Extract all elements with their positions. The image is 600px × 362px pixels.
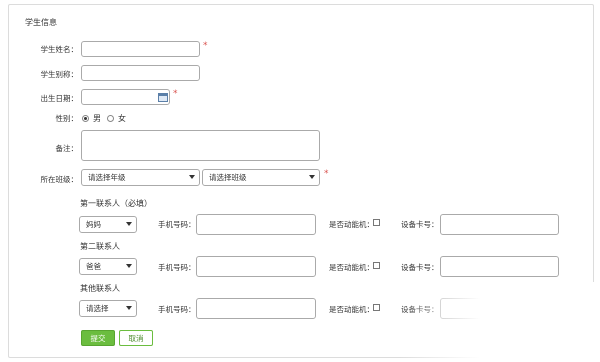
note-textarea[interactable] [81,130,320,161]
grade-select[interactable]: 请选择年级 [81,169,200,186]
name-required-mark: * [203,41,208,51]
fade-overlay [400,282,600,362]
other-contact-mobile-label: 是否动能机： [329,305,374,314]
submit-button[interactable]: 提交 [81,330,115,346]
second-contact-phone-input[interactable] [196,256,316,277]
other-contact-relation-value: 请选择 [86,304,109,313]
second-contact-mobile-label: 是否动能机： [329,263,374,272]
grade-select-value: 请选择年级 [88,173,126,182]
first-contact-title: 第一联系人（必填） [80,199,152,208]
chevron-down-icon [309,175,315,179]
nickname-input[interactable] [81,65,200,81]
second-contact-relation-value: 爸爸 [86,262,101,271]
second-contact-phone-label: 手机号码： [158,263,196,272]
second-contact-title: 第二联系人 [80,242,120,251]
class-required-mark: * [324,169,329,179]
first-contact-mobile-label: 是否动能机： [329,220,374,229]
first-contact-phone-input[interactable] [196,214,316,235]
class-select[interactable]: 请选择班级 [202,169,320,186]
other-contact-phone-input[interactable] [196,298,316,319]
birthday-input[interactable] [81,89,170,105]
chevron-down-icon [126,222,132,226]
section-title: 学生信息 [25,18,57,27]
other-contact-title: 其他联系人 [80,284,120,293]
second-contact-mobile-checkbox[interactable] [373,262,380,269]
first-contact-relation-value: 妈妈 [86,220,101,229]
class-select-value: 请选择班级 [209,173,247,182]
birthday-label: 出生日期： [40,94,79,103]
first-contact-mobile-checkbox[interactable] [373,219,380,226]
nickname-label: 学生别称： [40,70,79,79]
birthday-required-mark: * [173,89,178,99]
gender-female-radio[interactable] [107,115,114,122]
gender-label: 性别： [55,114,79,123]
chevron-down-icon [189,175,195,179]
other-contact-phone-label: 手机号码： [158,305,196,314]
gender-female-label: 女 [118,114,126,123]
second-contact-relation-select[interactable]: 爸爸 [79,258,137,275]
first-contact-card-input[interactable] [440,214,559,235]
chevron-down-icon [126,264,132,268]
first-contact-phone-label: 手机号码： [158,220,196,229]
second-contact-card-label: 设备卡号： [401,263,439,272]
name-input[interactable] [81,41,200,57]
class-label: 所在班级： [40,175,79,184]
note-label: 备注： [55,144,79,153]
second-contact-card-input[interactable] [440,256,559,277]
first-contact-relation-select[interactable]: 妈妈 [79,216,137,233]
gender-male-radio[interactable] [82,115,89,122]
name-label: 学生姓名： [40,45,79,54]
other-contact-mobile-checkbox[interactable] [373,304,380,311]
calendar-icon[interactable] [158,93,168,102]
first-contact-card-label: 设备卡号： [401,220,439,229]
gender-male-label: 男 [93,114,101,123]
other-contact-relation-select[interactable]: 请选择 [79,300,137,317]
cancel-button[interactable]: 取消 [119,330,153,346]
chevron-down-icon [126,306,132,310]
